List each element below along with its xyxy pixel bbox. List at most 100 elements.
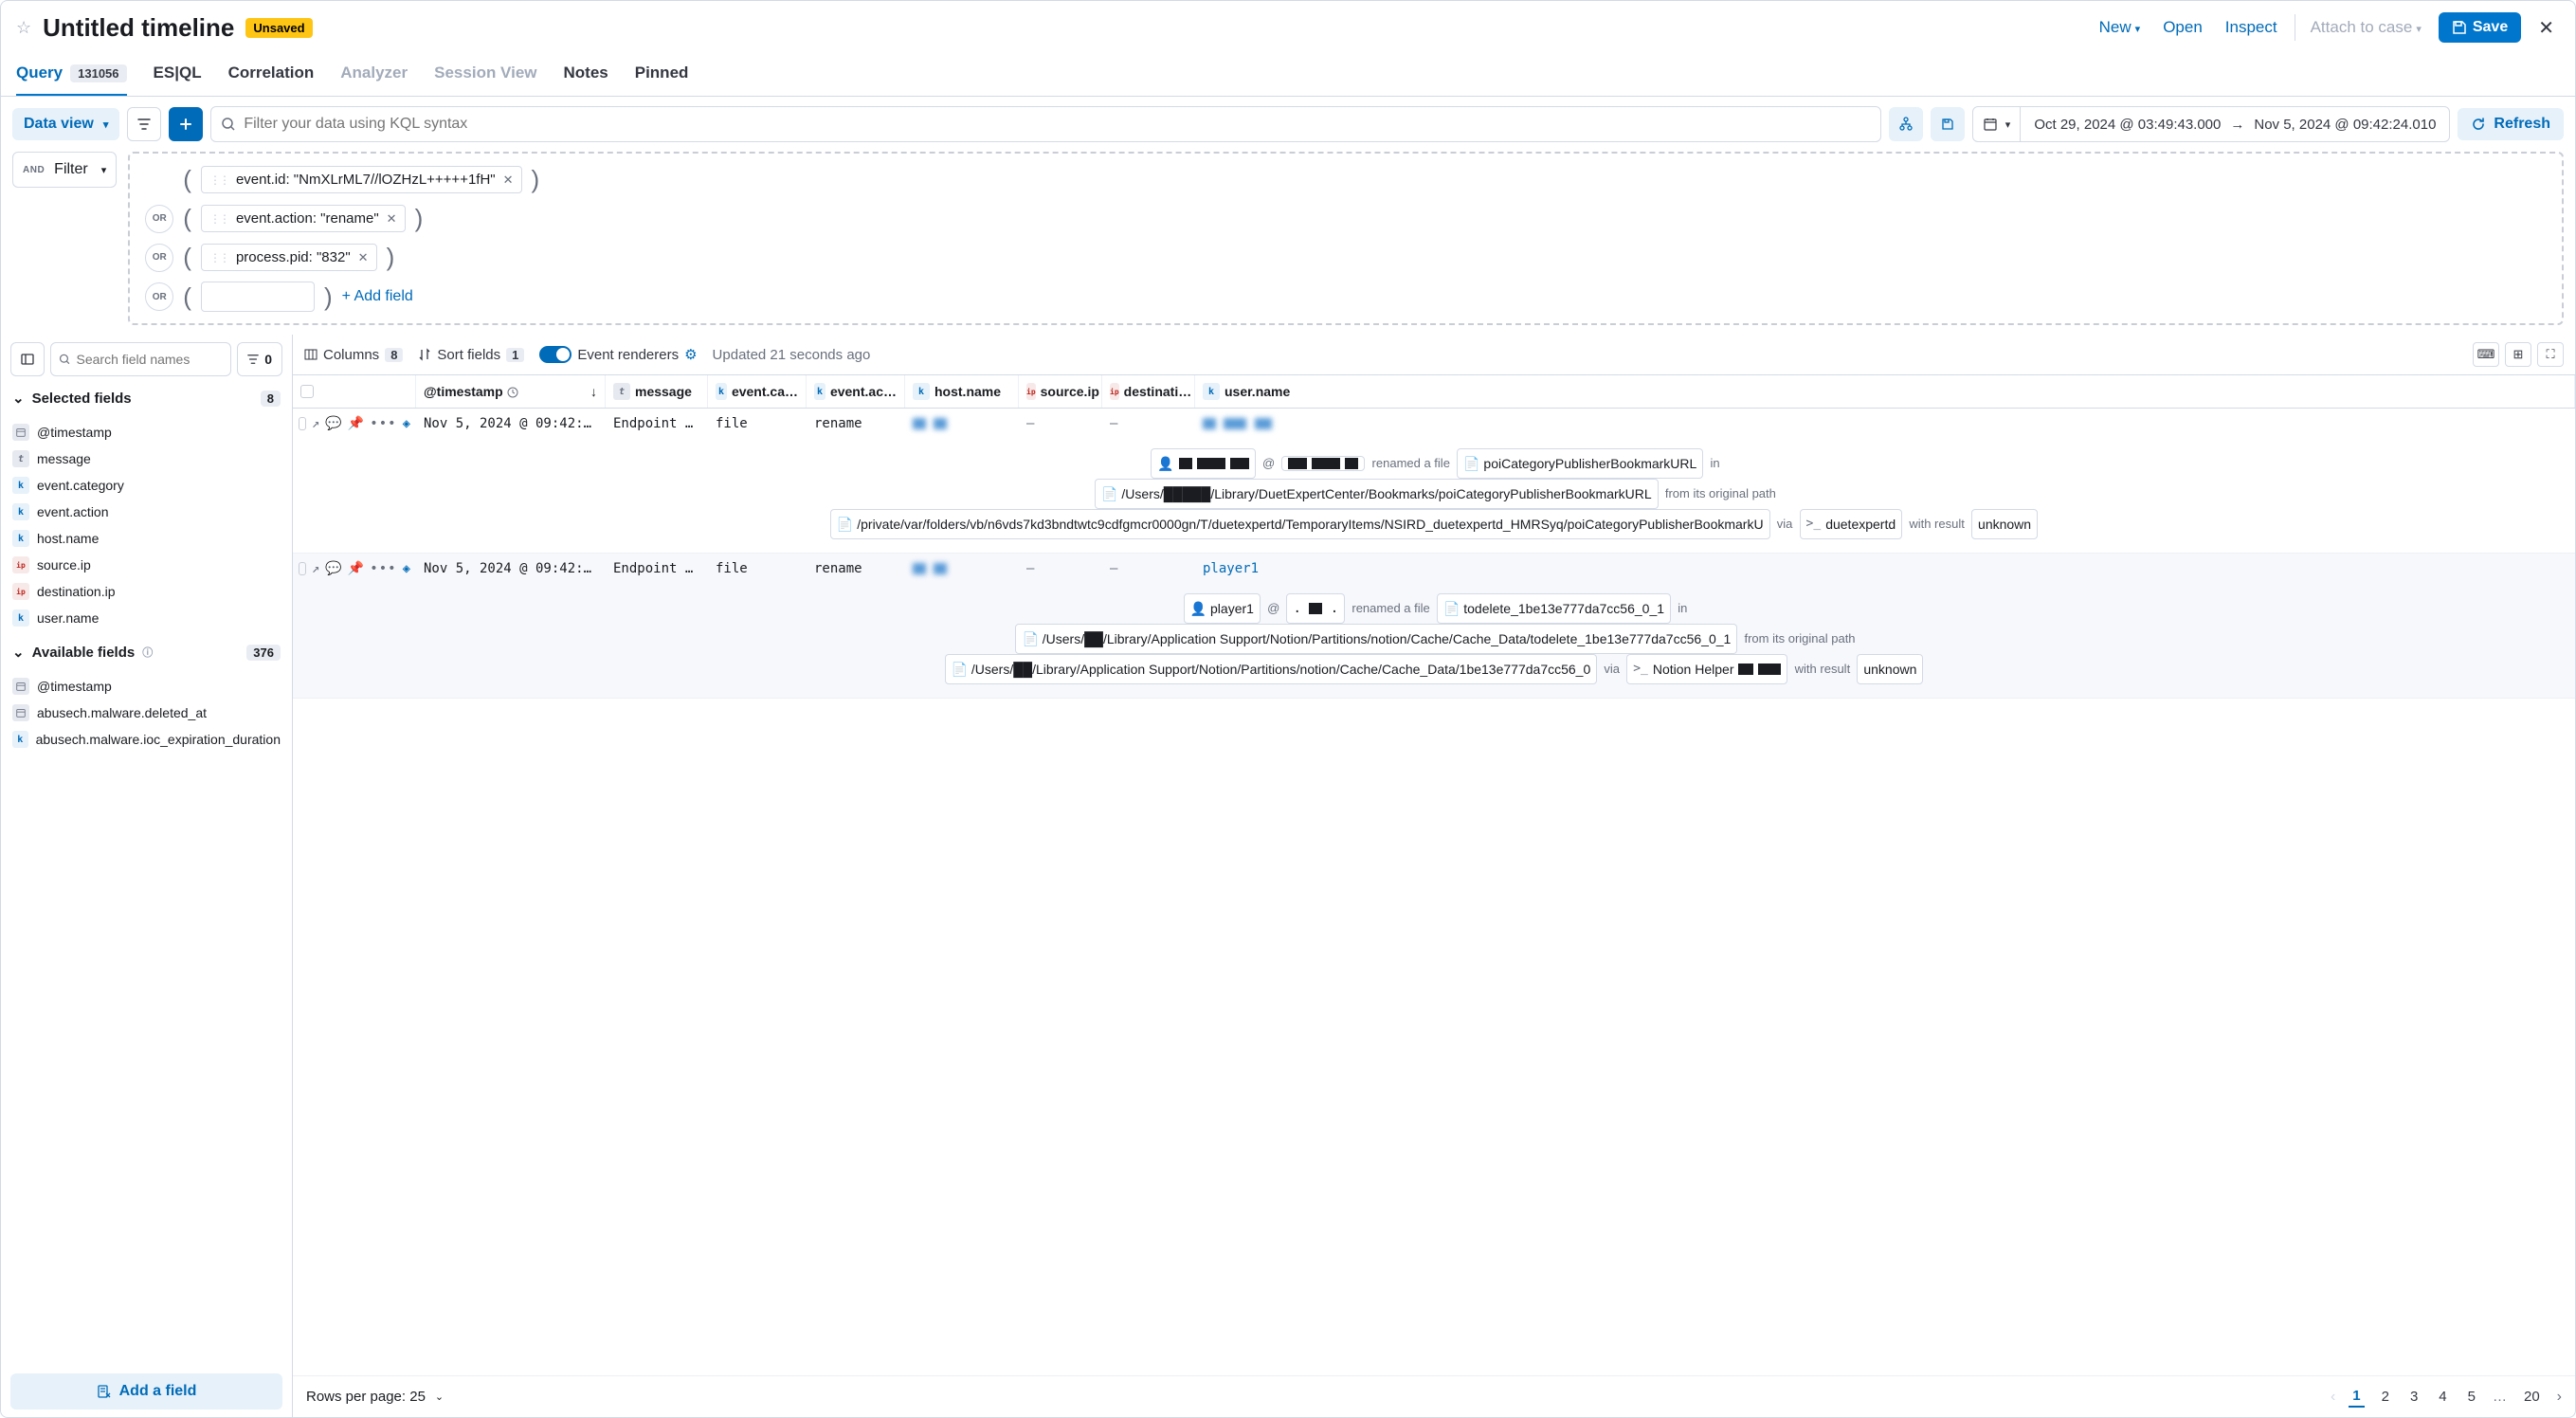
expand-icon[interactable]: ↗ — [312, 416, 319, 431]
col-user-name[interactable]: kuser.name — [1195, 375, 2575, 408]
display-options-button[interactable]: ⊞ — [2505, 342, 2531, 367]
field-item[interactable]: tmessage — [10, 446, 282, 471]
page-3[interactable]: 3 — [2406, 1387, 2422, 1407]
file-chip[interactable]: 📄 todelete_1be13e777da7cc56_0_1 — [1437, 593, 1671, 624]
col-source-ip[interactable]: ipsource.ip — [1019, 375, 1102, 408]
result-chip[interactable]: unknown — [1857, 654, 1923, 684]
host-chip[interactable]: . . — [1286, 593, 1345, 624]
kql-input-field[interactable] — [244, 116, 1870, 133]
field-item[interactable]: kabusech.malware.ioc_expiration_duration — [10, 727, 282, 752]
field-item[interactable]: abusech.malware.deleted_at — [10, 700, 282, 725]
path-chip[interactable]: 📄 /Users/██/Library/Application Support/… — [945, 654, 1598, 684]
select-all-checkbox[interactable] — [300, 385, 314, 398]
field-item[interactable]: kevent.category — [10, 473, 282, 498]
path-chip[interactable]: 📄 /Users/█████/Library/DuetExpertCenter/… — [1095, 479, 1659, 509]
tab-notes[interactable]: Notes — [564, 54, 608, 96]
col-message[interactable]: tmessage — [606, 375, 708, 408]
host-chip[interactable] — [1281, 456, 1365, 471]
close-button[interactable]: ✕ — [2532, 16, 2560, 40]
add-filter-button[interactable] — [169, 107, 203, 141]
sort-button[interactable]: Sort fields 1 — [418, 347, 524, 363]
fullscreen-button[interactable]: ⛶ — [2537, 342, 2564, 367]
kql-search-input[interactable] — [210, 106, 1880, 142]
remove-pill-icon[interactable]: ✕ — [503, 173, 514, 188]
filter-pill[interactable]: ⋮⋮event.action: "rename"✕ — [201, 205, 406, 232]
page-4[interactable]: 4 — [2435, 1387, 2450, 1407]
field-search-input[interactable] — [50, 342, 231, 376]
inspect-button[interactable]: Inspect — [2220, 14, 2283, 41]
more-icon[interactable]: ••• — [370, 561, 396, 576]
notes-icon[interactable]: 💬 — [325, 561, 341, 576]
field-item[interactable]: ipsource.ip — [10, 553, 282, 577]
field-item[interactable]: kevent.action — [10, 500, 282, 524]
col-destination-ip[interactable]: ipdestinati… — [1102, 375, 1195, 408]
new-button[interactable]: New▾ — [2094, 14, 2147, 41]
gear-icon[interactable]: ⚙ — [684, 346, 697, 363]
tab-esql[interactable]: ES|QL — [154, 54, 202, 96]
show-query-button[interactable] — [1889, 107, 1923, 141]
add-field-link[interactable]: + Add field — [342, 288, 413, 305]
process-chip[interactable]: >_ Notion Helper — [1626, 654, 1787, 684]
user-chip[interactable]: 👤 player1 — [1184, 593, 1261, 624]
date-to[interactable]: Nov 5, 2024 @ 09:42:24.010 — [2254, 117, 2436, 133]
date-quick-select[interactable]: ▾ — [1973, 107, 2022, 141]
field-item[interactable]: @timestamp — [10, 420, 282, 445]
drag-handle-icon[interactable]: ⋮⋮ — [209, 173, 228, 187]
result-chip[interactable]: unknown — [1971, 509, 2038, 539]
selected-fields-header[interactable]: ⌄ Selected fields 8 — [10, 382, 282, 414]
and-filter-dropdown[interactable]: AND Filter ▾ — [12, 152, 117, 188]
event-renderers-toggle[interactable] — [539, 346, 571, 363]
notes-icon[interactable]: 💬 — [325, 416, 341, 431]
path-chip[interactable]: 📄 /private/var/folders/vb/n6vds7kd3bndtw… — [830, 509, 1770, 539]
favorite-star-icon[interactable]: ☆ — [16, 18, 31, 38]
drag-handle-icon[interactable]: ⋮⋮ — [209, 212, 228, 226]
query-drop-area[interactable]: ( ⋮⋮event.id: "NmXLrML7//lOZHzL+++++1fH"… — [128, 152, 2564, 325]
path-chip[interactable]: 📄 /Users/██/Library/Application Support/… — [1015, 624, 1737, 654]
col-host-name[interactable]: khost.name — [905, 375, 1019, 408]
empty-filter-slot[interactable] — [201, 282, 315, 312]
collapse-sidebar-button[interactable] — [10, 342, 45, 376]
tab-query[interactable]: Query131056 — [16, 54, 127, 96]
saved-query-button[interactable] — [1931, 107, 1965, 141]
open-button[interactable]: Open — [2157, 14, 2208, 41]
available-fields-header[interactable]: ⌄ Available fields ⓘ 376 — [10, 636, 282, 668]
keyboard-shortcuts-button[interactable]: ⌨ — [2473, 342, 2499, 367]
or-operator[interactable]: OR — [145, 282, 173, 311]
or-operator[interactable]: OR — [145, 244, 173, 272]
user-chip[interactable]: 👤 — [1151, 448, 1255, 479]
data-view-button[interactable]: Data view▾ — [12, 108, 119, 140]
columns-button[interactable]: Columns 8 — [304, 347, 403, 363]
more-icon[interactable]: ••• — [370, 416, 396, 431]
date-from[interactable]: Oct 29, 2024 @ 03:49:43.000 — [2034, 117, 2221, 133]
page-1[interactable]: 1 — [2349, 1386, 2364, 1408]
process-chip[interactable]: >_ duetexpertd — [1800, 509, 1903, 539]
col-event-action[interactable]: kevent.ac… — [807, 375, 905, 408]
add-field-button[interactable]: Add a field — [10, 1373, 282, 1409]
field-filter-button[interactable]: 0 — [237, 342, 282, 376]
pin-icon[interactable]: 📌 — [348, 561, 364, 576]
filter-pill[interactable]: ⋮⋮process.pid: "832"✕ — [201, 244, 377, 271]
row-checkbox[interactable] — [299, 562, 306, 575]
field-item[interactable]: kuser.name — [10, 606, 282, 630]
analyze-icon[interactable]: ◈ — [403, 561, 410, 576]
field-item[interactable]: @timestamp — [10, 674, 282, 699]
file-chip[interactable]: 📄 poiCategoryPublisherBookmarkURL — [1457, 448, 1703, 479]
tab-correlation[interactable]: Correlation — [228, 54, 315, 96]
info-icon[interactable]: ⓘ — [142, 645, 153, 660]
next-page[interactable]: › — [2557, 1389, 2562, 1406]
or-operator[interactable]: OR — [145, 205, 173, 233]
remove-pill-icon[interactable]: ✕ — [387, 211, 397, 227]
expand-icon[interactable]: ↗ — [312, 561, 319, 576]
filter-icon-button[interactable] — [127, 107, 161, 141]
tab-pinned[interactable]: Pinned — [635, 54, 689, 96]
save-button[interactable]: Save — [2439, 12, 2521, 43]
page-5[interactable]: 5 — [2464, 1387, 2479, 1407]
remove-pill-icon[interactable]: ✕ — [358, 250, 369, 265]
page-last[interactable]: 20 — [2520, 1387, 2544, 1407]
analyze-icon[interactable]: ◈ — [403, 416, 410, 431]
date-range-picker[interactable]: ▾ Oct 29, 2024 @ 03:49:43.000 → Nov 5, 2… — [1972, 106, 2451, 142]
row-checkbox[interactable] — [299, 417, 306, 430]
drag-handle-icon[interactable]: ⋮⋮ — [209, 251, 228, 264]
page-2[interactable]: 2 — [2378, 1387, 2393, 1407]
refresh-button[interactable]: Refresh — [2458, 108, 2564, 140]
